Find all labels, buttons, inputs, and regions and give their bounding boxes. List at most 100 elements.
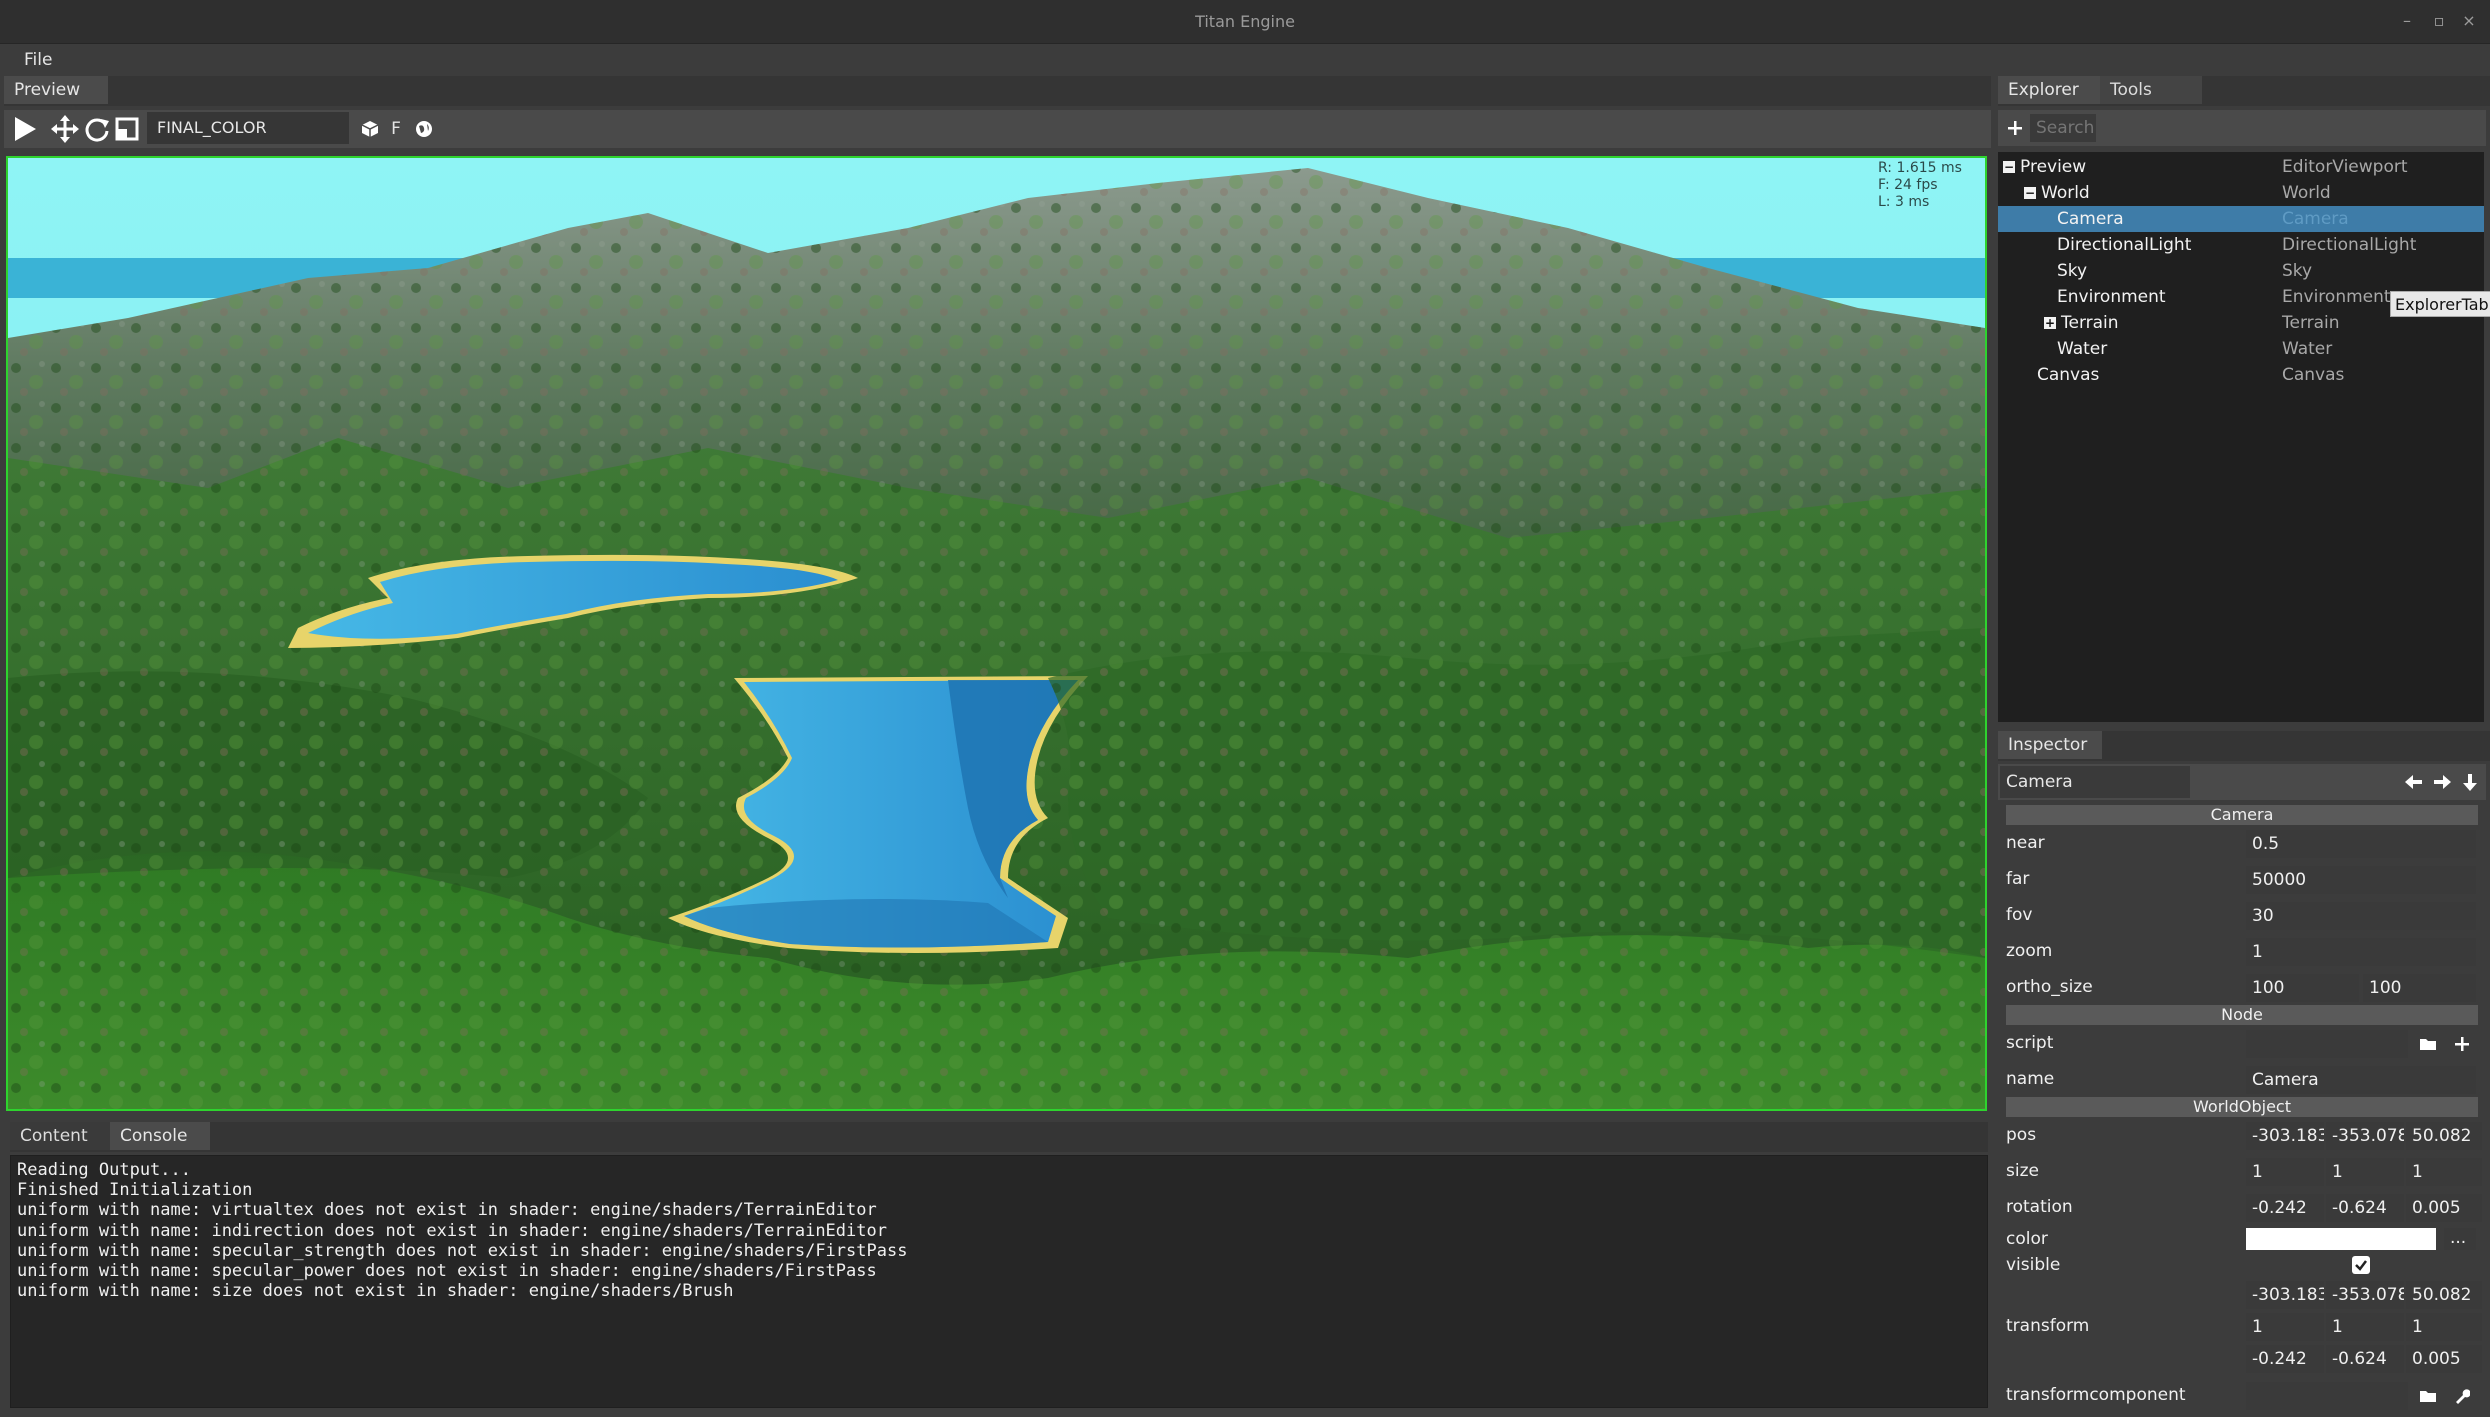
transformcomponent-field[interactable]	[2246, 1382, 2408, 1410]
arrow-right-icon[interactable]	[2430, 770, 2454, 794]
tree-item-sky[interactable]: Sky Sky	[1998, 258, 2484, 284]
collapse-icon[interactable]: −	[2003, 161, 2015, 173]
near-field[interactable]: 0.5	[2246, 830, 2476, 858]
tab-console[interactable]: Console	[110, 1122, 210, 1150]
minimize-button[interactable]: –	[2394, 8, 2420, 34]
preview-viewport[interactable]: R: 1.615 ms F: 24 fps L: 3 ms	[6, 156, 1987, 1111]
ortho-size-y-field[interactable]: 100	[2363, 974, 2476, 1002]
console-line: uniform with name: size does not exist i…	[17, 1281, 734, 1302]
arrow-down-icon[interactable]	[2458, 770, 2482, 794]
tree-item-camera[interactable]: Camera Camera	[1998, 206, 2484, 232]
visible-checkbox[interactable]	[2352, 1256, 2370, 1274]
check-icon	[2355, 1260, 2367, 1271]
tab-inspector[interactable]: Inspector	[1998, 731, 2102, 759]
pos-x-field[interactable]: -303.183	[2246, 1122, 2324, 1150]
preview-tabstrip	[4, 76, 1991, 106]
close-button[interactable]: ×	[2456, 8, 2482, 34]
transform-rot-x-field[interactable]: -0.242	[2246, 1345, 2324, 1373]
rotation-z-field[interactable]: 0.005	[2406, 1194, 2482, 1222]
name-field[interactable]: Camera	[2246, 1066, 2476, 1094]
scale-icon[interactable]	[112, 110, 142, 148]
size-x-field[interactable]: 1	[2246, 1158, 2324, 1186]
tree-item-preview[interactable]: − Preview EditorViewport	[1998, 154, 2484, 180]
pos-z-field[interactable]: 50.082	[2406, 1122, 2482, 1150]
fov-field[interactable]: 30	[2246, 902, 2476, 930]
rotation-y-field[interactable]: -0.624	[2326, 1194, 2404, 1222]
section-worldobject: WorldObject	[2006, 1097, 2478, 1117]
tab-tools[interactable]: Tools	[2100, 76, 2202, 104]
name-label: name	[2006, 1069, 2055, 1089]
color-swatch[interactable]	[2246, 1228, 2436, 1250]
size-z-field[interactable]: 1	[2406, 1158, 2482, 1186]
arrow-left-icon[interactable]	[2402, 770, 2426, 794]
stat-render-time: R: 1.615 ms	[1878, 160, 1962, 176]
console-line: Finished Initialization	[17, 1180, 253, 1201]
size-label: size	[2006, 1161, 2039, 1181]
play-icon[interactable]	[10, 110, 40, 148]
tree-item-label: DirectionalLight	[2057, 235, 2192, 255]
color-picker-button[interactable]: ...	[2444, 1228, 2476, 1250]
tree-item-type: Environment	[2282, 287, 2391, 307]
tree-item-world[interactable]: − World World	[1998, 180, 2484, 206]
transform-size-x-field[interactable]: 1	[2246, 1313, 2324, 1341]
size-y-field[interactable]: 1	[2326, 1158, 2404, 1186]
tab-preview[interactable]: Preview	[4, 76, 108, 104]
far-field[interactable]: 50000	[2246, 866, 2476, 894]
tree-item-type: Terrain	[2282, 313, 2340, 333]
transformcomponent-label: transformcomponent	[2006, 1385, 2186, 1405]
wrench-icon[interactable]	[2450, 1384, 2474, 1408]
console-line: uniform with name: indirection does not …	[17, 1220, 887, 1241]
console-tabstrip	[10, 1122, 1988, 1152]
collapse-icon[interactable]: −	[2024, 187, 2036, 199]
cube-icon[interactable]	[358, 110, 382, 148]
transform-pos-x-field[interactable]: -303.183	[2246, 1281, 2324, 1309]
rotate-icon[interactable]	[82, 110, 112, 148]
pos-y-field[interactable]: -353.078	[2326, 1122, 2404, 1150]
tab-content[interactable]: Content	[10, 1122, 110, 1150]
move-icon[interactable]	[50, 110, 80, 148]
visible-label: visible	[2006, 1255, 2061, 1275]
rotation-label: rotation	[2006, 1197, 2073, 1217]
transform-size-y-field[interactable]: 1	[2326, 1313, 2404, 1341]
console-line: Reading Output...	[17, 1160, 191, 1180]
transform-label: transform	[2006, 1316, 2090, 1336]
tree-item-directionallight[interactable]: DirectionalLight DirectionalLight	[1998, 232, 2484, 258]
transform-pos-z-field[interactable]: 50.082	[2406, 1281, 2482, 1309]
maximize-button[interactable]: ▫	[2426, 8, 2452, 34]
section-camera: Camera	[2006, 805, 2478, 825]
far-label: far	[2006, 869, 2030, 889]
tree-item-label: Sky	[2057, 261, 2088, 281]
tree-item-label: Camera	[2057, 209, 2124, 229]
window-title: Titan Engine	[1195, 12, 1295, 31]
search-input[interactable]	[2030, 114, 2096, 142]
f-toggle[interactable]: F	[386, 110, 406, 148]
stat-fps: F: 24 fps	[1878, 177, 1938, 193]
folder-icon[interactable]	[2416, 1384, 2440, 1408]
add-script-icon[interactable]	[2450, 1032, 2474, 1056]
script-field[interactable]	[2246, 1030, 2408, 1058]
transform-pos-y-field[interactable]: -353.078	[2326, 1281, 2404, 1309]
tree-item-type: DirectionalLight	[2282, 235, 2417, 255]
zoom-field[interactable]: 1	[2246, 938, 2476, 966]
pos-label: pos	[2006, 1125, 2037, 1145]
transform-rot-y-field[interactable]: -0.624	[2326, 1345, 2404, 1373]
add-icon[interactable]	[2003, 116, 2027, 140]
terrain-render: R: 1.615 ms F: 24 fps L: 3 ms	[8, 158, 1985, 1109]
tree-item-type: Sky	[2282, 261, 2313, 281]
ortho-size-label: ortho_size	[2006, 977, 2093, 997]
tree-item-water[interactable]: Water Water	[1998, 336, 2484, 362]
tree-item-canvas[interactable]: Canvas Canvas	[1998, 362, 2484, 388]
transform-rot-z-field[interactable]: 0.005	[2406, 1345, 2482, 1373]
globe-icon[interactable]	[412, 110, 436, 148]
ortho-size-x-field[interactable]: 100	[2246, 974, 2359, 1002]
rotation-x-field[interactable]: -0.242	[2246, 1194, 2324, 1222]
tab-explorer[interactable]: Explorer	[1998, 76, 2100, 104]
console-output[interactable]: Reading Output... Finished Initialization…	[10, 1155, 1988, 1408]
transform-size-z-field[interactable]: 1	[2406, 1313, 2482, 1341]
folder-icon[interactable]	[2416, 1032, 2440, 1056]
render-mode-select[interactable]: FINAL_COLOR	[147, 112, 349, 144]
menu-file[interactable]: File	[24, 44, 52, 76]
inspector-object-name: Camera	[2000, 766, 2190, 798]
section-node: Node	[2006, 1005, 2478, 1025]
expand-icon[interactable]: +	[2044, 317, 2056, 329]
